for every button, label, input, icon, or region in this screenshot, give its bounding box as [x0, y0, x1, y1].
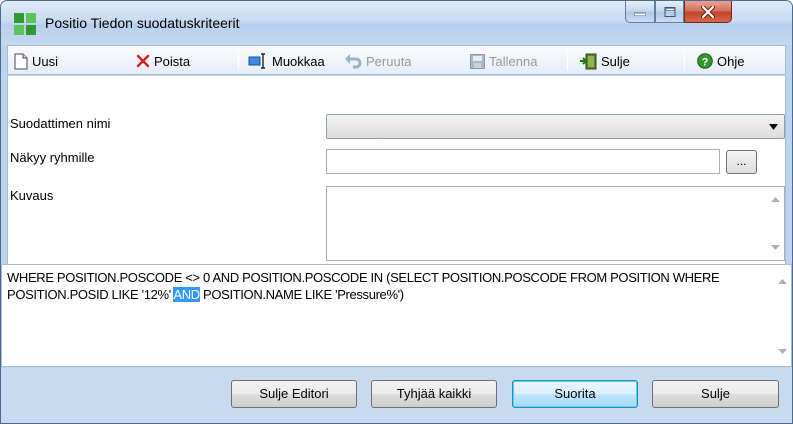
scroll-down-icon [778, 349, 787, 354]
visible-groups-label: Näkyy ryhmille [10, 150, 95, 165]
delete-button[interactable]: Poista [136, 50, 190, 72]
sql-scrollbar[interactable] [774, 265, 791, 366]
description-textarea[interactable] [326, 186, 785, 261]
sql-editor[interactable]: WHERE POSITION.POSCODE <> 0 AND POSITION… [1, 264, 792, 367]
new-document-icon [14, 53, 28, 69]
description-scrollbar[interactable] [767, 187, 784, 260]
undo-icon [345, 54, 362, 69]
save-label: Tallenna [489, 53, 538, 69]
delete-label: Poista [154, 53, 191, 69]
help-icon: ? [697, 53, 713, 69]
toolbar-separator [567, 52, 568, 70]
sql-selection: AND [173, 287, 200, 302]
close-toolbar-button[interactable]: Sulje [579, 50, 630, 72]
help-label: Ohje [717, 53, 745, 69]
browse-groups-button[interactable]: ... [726, 150, 757, 174]
filter-form: Suodattimen nimi Näkyy ryhmille ... Kuva… [7, 76, 786, 264]
clear-all-button[interactable]: Tyhjää kaikki [371, 380, 497, 408]
filter-name-label: Suodattimen nimi [10, 116, 111, 131]
edit-label: Muokkaa [272, 53, 325, 69]
new-label: Uusi [32, 53, 59, 69]
svg-text:?: ? [702, 56, 709, 68]
description-label: Kuvaus [10, 188, 54, 203]
toolbar: Uusi Poista Muokkaa Peruuta Tallenna Sul… [7, 45, 786, 75]
close-icon [701, 5, 715, 18]
toolbar-separator [238, 52, 239, 70]
maximize-icon [664, 6, 675, 17]
delete-x-icon [136, 54, 150, 68]
title-bar[interactable]: Positio Tiedon suodatuskriteerit [1, 1, 792, 45]
close-window-button[interactable] [684, 1, 732, 23]
maximize-button[interactable] [655, 1, 684, 23]
save-icon [470, 53, 485, 69]
edit-icon [248, 53, 265, 69]
sql-after: POSITION.NAME LIKE 'Pressure%') [199, 287, 404, 302]
close-editor-button[interactable]: Sulje Editori [231, 380, 357, 408]
button-bar: Sulje Editori Tyhjää kaikki Suorita Sulj… [1, 368, 792, 423]
toolbar-separator [684, 52, 685, 70]
filter-name-combobox[interactable] [326, 114, 785, 139]
close-toolbar-label: Sulje [601, 53, 630, 69]
window-title: Positio Tiedon suodatuskriteerit [45, 15, 240, 31]
scroll-up-icon [778, 279, 787, 284]
visible-groups-input[interactable] [326, 149, 720, 174]
undo-label: Peruuta [366, 53, 412, 69]
new-button[interactable]: Uusi [14, 50, 58, 72]
edit-button[interactable]: Muokkaa [248, 50, 325, 72]
filter-criteria-window: Positio Tiedon suodatuskriteerit Uusi Po… [0, 0, 793, 424]
exit-door-icon [580, 53, 597, 69]
chevron-down-icon [769, 124, 778, 130]
help-button[interactable]: ? Ohje [697, 50, 744, 72]
run-button[interactable]: Suorita [512, 380, 638, 408]
close-button[interactable]: Sulje [652, 380, 779, 408]
app-icon [14, 13, 36, 35]
minimize-icon [634, 12, 646, 16]
undo-button[interactable]: Peruuta [344, 50, 412, 72]
scroll-down-icon [771, 245, 780, 250]
scroll-up-icon [771, 197, 780, 202]
save-button[interactable]: Tallenna [470, 50, 537, 72]
minimize-button[interactable] [625, 1, 655, 23]
sql-text[interactable]: WHERE POSITION.POSCODE <> 0 AND POSITION… [7, 269, 767, 303]
